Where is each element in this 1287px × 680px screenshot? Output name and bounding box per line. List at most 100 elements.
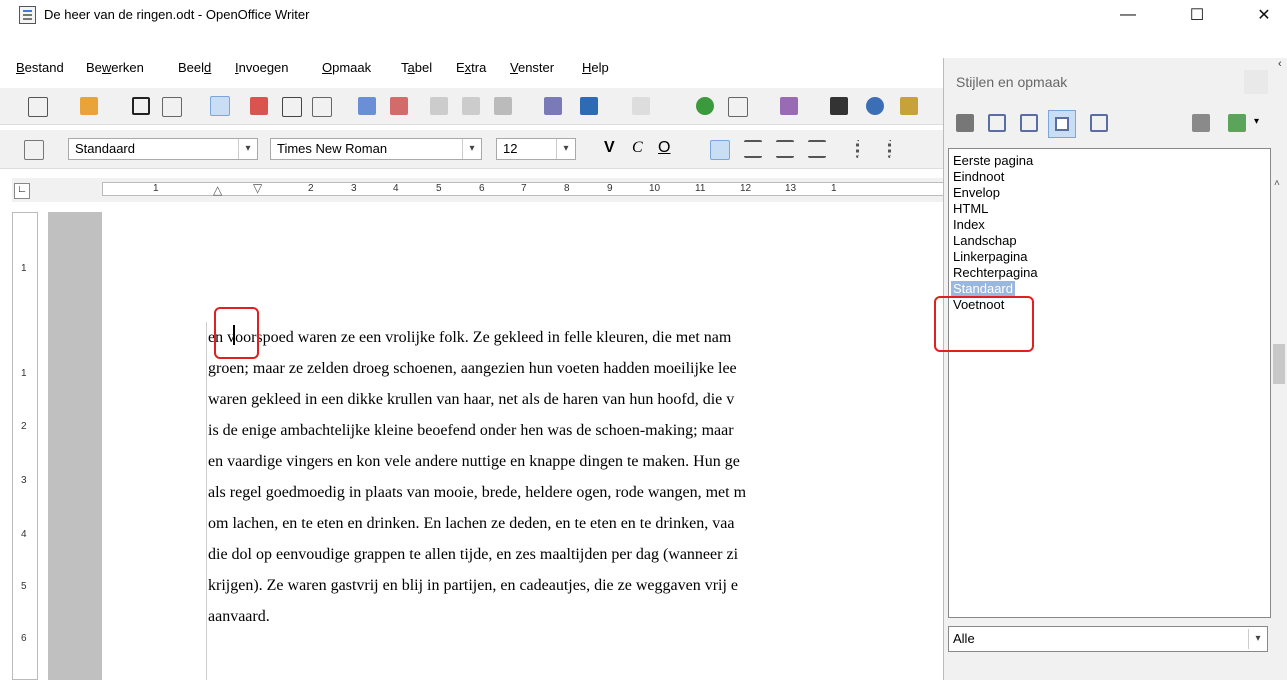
chevron-down-icon[interactable]: ▾ (462, 139, 481, 159)
vruler-label: 4 (21, 529, 27, 540)
close-button[interactable]: ✕ (1241, 0, 1287, 30)
spellcheck-icon[interactable] (358, 97, 376, 115)
align-center-icon[interactable] (744, 140, 762, 158)
style-item[interactable]: Envelop (953, 185, 1000, 201)
page-styles-icon (1055, 117, 1069, 131)
maximize-button[interactable]: ☐ (1174, 0, 1220, 30)
justify-icon[interactable] (808, 140, 826, 158)
scrollbar-thumb[interactable] (1273, 344, 1285, 384)
vruler-label: 1 (21, 263, 27, 274)
style-filter-value: Alle (953, 631, 975, 646)
style-filter-select[interactable]: Alle ▾ (948, 626, 1268, 652)
frame-styles-icon[interactable] (1020, 114, 1038, 132)
open-folder-icon[interactable] (80, 97, 98, 115)
hyperlink-icon[interactable] (696, 97, 714, 115)
document-vertical-scrollbar[interactable]: ˄ (1271, 148, 1287, 628)
style-item[interactable]: Landschap (953, 233, 1017, 249)
paste-icon[interactable] (494, 97, 512, 115)
table-icon[interactable] (728, 97, 748, 117)
draw-functions-icon[interactable] (780, 97, 798, 115)
export-pdf-icon[interactable] (250, 97, 268, 115)
text-line: om lachen, en te eten en drinken. En lac… (208, 515, 735, 532)
menu-invoegen[interactable]: Invoegen (235, 60, 289, 75)
chevron-down-icon[interactable]: ▾ (238, 139, 257, 159)
paragraph-styles-icon[interactable] (956, 114, 974, 132)
text-line: groen; maar ze zelden droeg schoenen, aa… (208, 360, 737, 377)
styles-list[interactable]: Eerste pagina Eindnoot Envelop HTML Inde… (948, 148, 1271, 618)
clone-formatting-icon[interactable] (544, 97, 562, 115)
title-bar: De heer van de ringen.odt - OpenOffice W… (0, 0, 1287, 30)
list-styles-icon[interactable] (1090, 114, 1108, 132)
style-item[interactable]: Index (953, 217, 985, 233)
tab-stop-selector[interactable]: ∟ (14, 183, 30, 199)
text-line: krijgen). Ze waren gastvrij en blij in p… (208, 577, 739, 594)
text-line: waren gekleed in een dikke krullen van h… (208, 391, 735, 408)
scroll-up-icon[interactable]: ˄ (1274, 178, 1280, 189)
gallery-icon[interactable] (900, 97, 918, 115)
panel-chevron-icon[interactable]: ‹ (1278, 58, 1282, 70)
redo-icon[interactable] (632, 97, 650, 115)
chevron-down-icon[interactable]: ▾ (556, 139, 575, 159)
bold-button[interactable]: V (604, 139, 615, 157)
paragraph-style-combo[interactable]: Standaard ▾ (68, 138, 258, 160)
undo-icon[interactable] (580, 97, 598, 115)
ruler-label: 7 (521, 183, 527, 194)
underline-button[interactable]: O (658, 139, 670, 157)
new-style-icon[interactable] (1228, 114, 1246, 132)
menu-bewerken[interactable]: Bewerken (86, 60, 144, 75)
font-name-combo[interactable]: Times New Roman ▾ (270, 138, 482, 160)
minimize-button[interactable]: — (1105, 0, 1151, 30)
vruler-label: 1 (21, 368, 27, 379)
standaard-highlight-annotation (934, 296, 1034, 352)
style-item[interactable]: HTML (953, 201, 988, 217)
chevron-down-icon[interactable]: ▾ (1248, 629, 1267, 649)
menu-venster[interactable]: Venster (510, 60, 554, 75)
style-item[interactable]: Linkerpagina (953, 249, 1027, 265)
vruler-label: 2 (21, 421, 27, 432)
edit-mode-icon[interactable] (210, 96, 230, 116)
autospellcheck-icon[interactable] (390, 97, 408, 115)
indent-marker-icon[interactable]: △ (213, 183, 222, 197)
mail-icon[interactable] (162, 97, 182, 117)
ruler-label: 5 (436, 183, 442, 194)
panel-close-button[interactable] (1244, 70, 1268, 94)
cut-icon[interactable] (430, 97, 448, 115)
chevron-down-icon[interactable]: ▾ (1254, 116, 1259, 127)
style-item-selected[interactable]: Standaard (951, 281, 1015, 297)
new-document-icon[interactable] (28, 97, 48, 117)
ruler-label: 1 (153, 183, 159, 194)
ruler-label: 12 (740, 183, 752, 194)
character-styles-icon[interactable] (988, 114, 1006, 132)
italic-button[interactable]: C (632, 139, 643, 157)
text-line: en voorspoed waren ze een vrolijke folk.… (208, 329, 732, 346)
menu-tabel[interactable]: Tabel (401, 60, 432, 75)
document-text[interactable]: en voorspoed waren ze een vrolijke folk.… (208, 322, 948, 680)
menu-bestand[interactable]: Bestand (16, 60, 64, 75)
menu-extra[interactable]: Extra (456, 60, 486, 75)
find-replace-icon[interactable] (830, 97, 848, 115)
vertical-ruler[interactable]: 1 1 2 3 4 5 6 (12, 212, 38, 680)
menu-beeld[interactable]: Beeld (178, 60, 211, 75)
menu-help[interactable]: Help (582, 60, 609, 75)
save-icon[interactable] (132, 97, 150, 115)
numbering-icon[interactable] (856, 140, 874, 158)
styles-formatting-icon[interactable] (24, 140, 44, 160)
align-right-icon[interactable] (776, 140, 794, 158)
first-line-indent-icon[interactable]: ▽ (253, 181, 262, 195)
menu-opmaak[interactable]: Opmaak (322, 60, 371, 75)
ruler-label: 11 (695, 183, 706, 194)
bullets-icon[interactable] (888, 140, 906, 158)
vruler-label: 5 (21, 581, 27, 592)
print-icon[interactable] (282, 97, 302, 117)
style-item[interactable]: Rechterpagina (953, 265, 1038, 281)
text-line: aanvaard. (208, 608, 270, 625)
fill-format-icon[interactable] (1192, 114, 1210, 132)
page-styles-button[interactable] (1048, 110, 1076, 138)
style-item[interactable]: Eindnoot (953, 169, 1004, 185)
align-left-icon[interactable] (710, 140, 730, 160)
navigator-icon[interactable] (866, 97, 884, 115)
style-item[interactable]: Eerste pagina (953, 153, 1033, 169)
print-preview-icon[interactable] (312, 97, 332, 117)
copy-icon[interactable] (462, 97, 480, 115)
font-size-combo[interactable]: 12 ▾ (496, 138, 576, 160)
